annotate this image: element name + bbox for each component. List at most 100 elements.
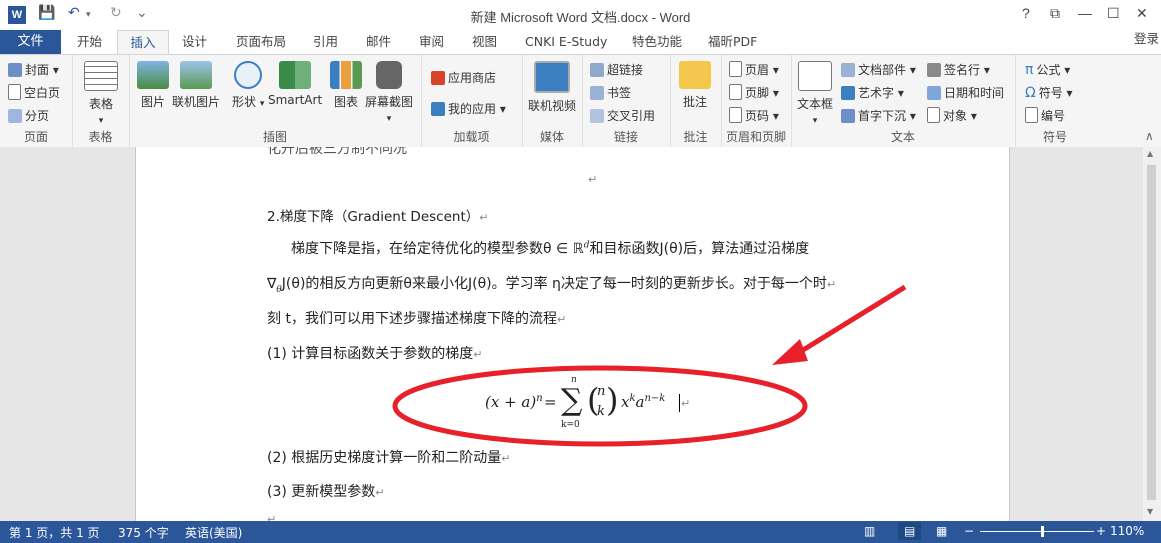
wordart-button[interactable]: 艺术字 ▾ — [841, 84, 904, 101]
tab-special[interactable]: 特色功能 — [632, 30, 682, 54]
online-video-button[interactable]: 联机视频 — [528, 61, 576, 114]
comment-icon — [679, 61, 711, 89]
page-count[interactable]: 第 1 页，共 1 页 — [9, 524, 100, 541]
shapes-button[interactable]: 形状 ▾ — [232, 61, 264, 110]
zoom-in-button[interactable]: + — [1096, 524, 1106, 538]
tab-file[interactable]: 文件 — [0, 30, 61, 54]
group-tables-label: 表格 — [88, 130, 113, 144]
page-number-icon — [729, 107, 742, 123]
help-button[interactable]: ? — [1022, 5, 1030, 21]
zoom-slider-track[interactable] — [980, 531, 1094, 532]
smartart-button[interactable]: SmartArt — [268, 61, 322, 107]
group-text-label: 文本 — [890, 130, 915, 144]
word-count[interactable]: 375 个字 — [118, 524, 169, 541]
vertical-scrollbar[interactable]: ▲ ▼ — [1143, 147, 1161, 521]
ribbon-display-button[interactable]: ⧉ — [1050, 5, 1060, 22]
tab-view[interactable]: 视图 — [472, 30, 497, 54]
store-icon — [431, 71, 445, 85]
bookmark-button[interactable]: 书签 — [590, 84, 631, 101]
print-layout-icon[interactable]: ▤ — [898, 522, 922, 540]
equation-button[interactable]: π 公式 ▾ — [1025, 61, 1070, 78]
close-button[interactable]: ✕ — [1136, 5, 1148, 22]
tab-home[interactable]: 开始 — [77, 30, 102, 54]
footer-button[interactable]: 页脚 ▾ — [729, 84, 779, 101]
smartart-icon — [279, 61, 312, 89]
group-illustrations: 图片 联机图片 形状 ▾ SmartArt 图表 屏幕截图 ▾ 插图 — [129, 55, 422, 147]
tab-review[interactable]: 审阅 — [419, 30, 444, 54]
tab-insert[interactable]: 插入 — [117, 30, 169, 56]
chart-button[interactable]: 图表 — [330, 61, 362, 110]
window-title: 新建 Microsoft Word 文档.docx - Word — [470, 10, 691, 25]
dropcap-button[interactable]: 首字下沉 ▾ — [841, 107, 916, 124]
title-bar: W 💾 ↶ ▾ ↻ ⌄ 新建 Microsoft Word 文档.docx - … — [0, 0, 1161, 30]
hyperlink-button[interactable]: 超链接 — [590, 61, 643, 78]
comment-button[interactable]: 批注 — [679, 61, 711, 110]
group-illustrations-label: 插图 — [262, 130, 287, 144]
header-button[interactable]: 页眉 ▾ — [729, 61, 779, 78]
store-button[interactable]: 应用商店 — [431, 69, 496, 86]
tab-references[interactable]: 引用 — [313, 30, 338, 54]
hyperlink-icon — [590, 63, 604, 77]
group-header-footer: 页眉 ▾ 页脚 ▾ 页码 ▾ 页眉和页脚 — [721, 55, 792, 147]
red-annotation — [392, 284, 907, 447]
numbering-button[interactable]: 编号 — [1025, 107, 1065, 124]
table-icon — [84, 61, 118, 91]
crossref-icon — [590, 109, 604, 123]
header-icon — [729, 61, 742, 77]
scrollbar-thumb[interactable] — [1147, 165, 1156, 500]
group-media: 联机视频 媒体 — [522, 55, 583, 147]
group-links: 超链接 书签 交叉引用 链接 — [582, 55, 671, 147]
crossref-button[interactable]: 交叉引用 — [590, 107, 655, 124]
table-button[interactable]: 表格 ▾ — [84, 61, 118, 126]
textbox-button[interactable]: 文本框 ▾ — [797, 61, 833, 126]
tab-cnki[interactable]: CNKI E-Study — [525, 30, 607, 54]
zoom-level[interactable]: 110% — [1110, 524, 1144, 538]
zoom-slider-thumb[interactable] — [1041, 526, 1044, 537]
collapse-ribbon-icon[interactable]: ∧ — [1145, 129, 1154, 143]
datetime-button[interactable]: 日期和时间 — [927, 84, 1004, 101]
quick-parts-button[interactable]: 文档部件 ▾ — [841, 61, 916, 78]
zoom-out-button[interactable]: − — [964, 524, 974, 538]
page-break-icon — [8, 109, 22, 123]
web-layout-icon[interactable]: ▦ — [936, 524, 947, 538]
read-mode-icon[interactable]: ▥ — [864, 524, 875, 538]
annotation-arrow-line — [793, 284, 907, 358]
signature-line-button[interactable]: 签名行 ▾ — [927, 61, 990, 78]
scroll-down-icon[interactable]: ▼ — [1147, 507, 1153, 516]
my-apps-icon — [431, 102, 445, 116]
object-button[interactable]: 对象 ▾ — [927, 107, 977, 124]
cover-button[interactable]: 封面 ▾ — [8, 61, 59, 78]
tab-foxit-pdf[interactable]: 福昕PDF — [708, 30, 757, 54]
group-links-label: 链接 — [613, 130, 638, 144]
picture-button[interactable]: 图片 — [137, 61, 169, 110]
group-tables: 表格 ▾ 表格 — [72, 55, 130, 147]
ribbon: 封面 ▾ 空白页 分页 页面 表格 ▾ 表格 图片 联机图片 形状 ▾ Smart… — [0, 54, 1161, 148]
camera-icon — [376, 61, 402, 89]
page-number-button[interactable]: 页码 ▾ — [729, 107, 779, 124]
group-media-label: 媒体 — [539, 130, 564, 144]
symbol-button[interactable]: Ω 符号 ▾ — [1025, 84, 1073, 101]
quick-parts-icon — [841, 63, 855, 77]
page-break-button[interactable]: 分页 — [8, 107, 49, 124]
scroll-up-icon[interactable]: ▲ — [1147, 149, 1153, 158]
signature-icon — [927, 63, 941, 77]
login-link[interactable]: 登录 — [1134, 30, 1159, 48]
online-picture-button[interactable]: 联机图片 — [172, 61, 220, 110]
group-addins-label: 加载项 — [453, 130, 490, 144]
maximize-button[interactable]: ☐ — [1107, 5, 1120, 22]
group-pages: 封面 ▾ 空白页 分页 页面 — [0, 55, 73, 147]
tab-layout[interactable]: 页面布局 — [236, 30, 286, 54]
tab-mailings[interactable]: 邮件 — [366, 30, 391, 54]
object-icon — [927, 107, 940, 123]
language-status[interactable]: 英语(美国) — [185, 524, 242, 541]
group-header-footer-label: 页眉和页脚 — [725, 130, 786, 144]
group-text: 文本框 ▾ 文档部件 ▾ 艺术字 ▾ 首字下沉 ▾ 签名行 ▾ 日期和时间 对象 … — [791, 55, 1016, 147]
minimize-button[interactable]: — — [1078, 5, 1092, 21]
group-symbols: π 公式 ▾ Ω 符号 ▾ 编号 符号 — [1015, 55, 1095, 147]
my-apps-button[interactable]: 我的应用 ▾ — [431, 100, 506, 117]
annotation-arrow-head — [772, 339, 808, 365]
screenshot-button[interactable]: 屏幕截图 ▾ — [365, 61, 413, 124]
tab-design[interactable]: 设计 — [182, 30, 207, 54]
group-symbols-label: 符号 — [1042, 130, 1067, 144]
blank-page-button[interactable]: 空白页 — [8, 84, 60, 101]
